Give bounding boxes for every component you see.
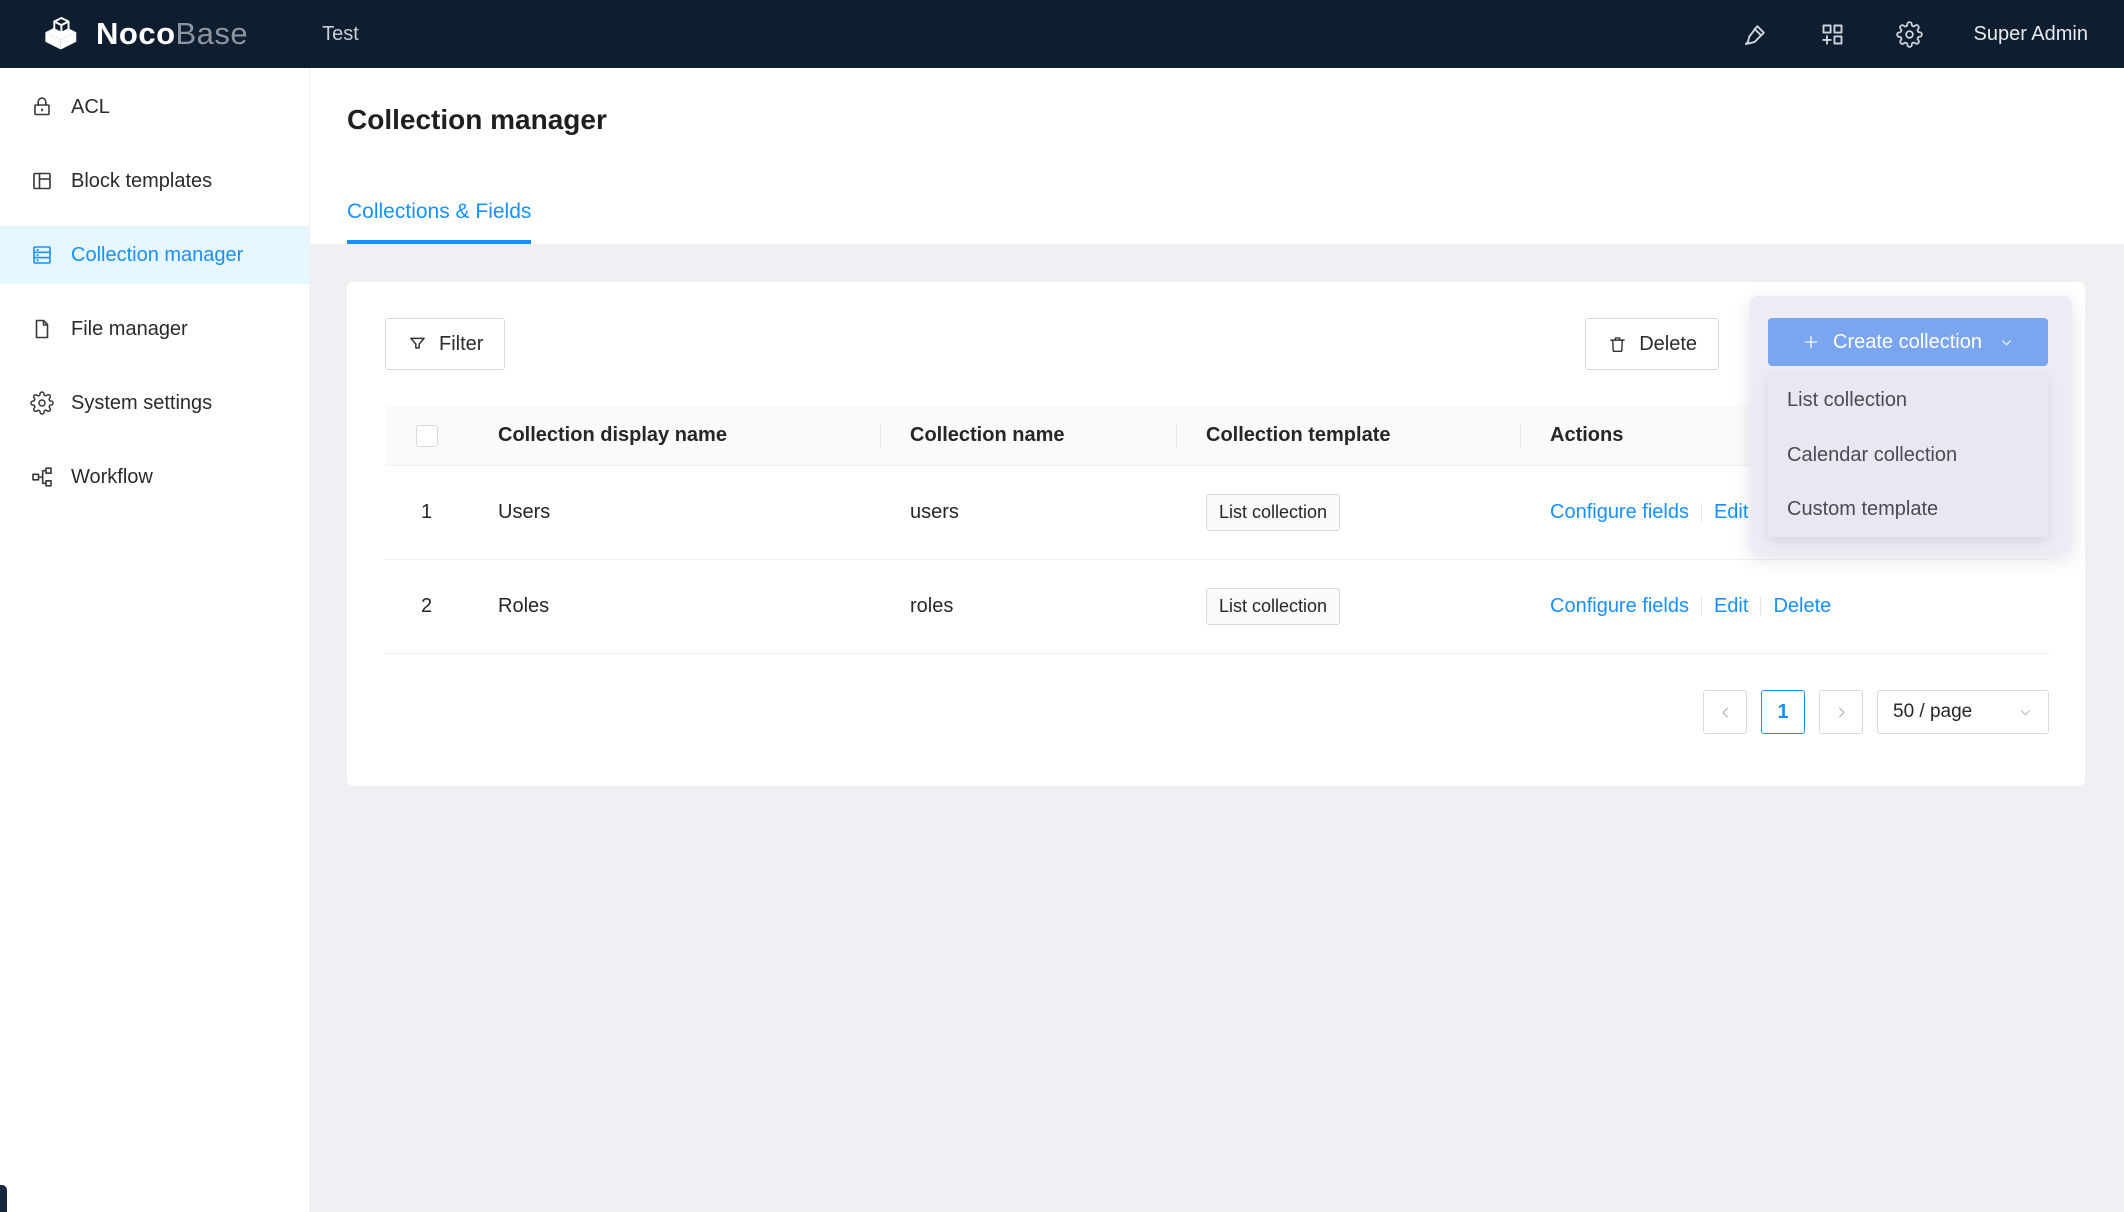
menu-item-custom-template[interactable]: Custom template [1768, 482, 2048, 537]
page-size-select[interactable]: 50 / page [1877, 690, 2049, 734]
pagination-page-1[interactable]: 1 [1761, 690, 1805, 734]
user-menu[interactable]: Super Admin [1973, 23, 2088, 46]
sidebar-item-label: System settings [71, 392, 212, 415]
layout-icon [30, 169, 54, 193]
filter-button-label: Filter [439, 333, 483, 356]
cell-collection-name: roles [880, 560, 1176, 653]
screen: NocoBase Test [0, 0, 2124, 1212]
create-collection-menu: List collection Calendar collection Cust… [1768, 373, 2048, 537]
gear-icon [30, 391, 54, 415]
row-index: 2 [385, 560, 468, 653]
header-collection-name: Collection name [880, 406, 1176, 465]
ui-editor-highlight-icon[interactable] [1742, 21, 1769, 48]
sidebar-item-label: ACL [71, 96, 110, 119]
sidebar-item-acl[interactable]: ACL [0, 78, 309, 136]
pagination: 1 50 / page [1703, 690, 2049, 734]
tab-collections-and-fields[interactable]: Collections & Fields [347, 200, 531, 244]
settings-gear-icon[interactable] [1896, 21, 1923, 48]
edit-link[interactable]: Edit [1714, 595, 1748, 618]
create-collection-button[interactable]: Create collection [1768, 318, 2048, 366]
workflow-icon [30, 465, 54, 489]
sidebar-item-label: Block templates [71, 170, 212, 193]
page-title: Collection manager [347, 104, 607, 136]
tab-bar: Collections & Fields [347, 200, 531, 244]
file-icon [30, 317, 54, 341]
delete-button[interactable]: Delete [1585, 318, 1719, 370]
topbar: NocoBase Test [0, 0, 2124, 68]
nocobase-cube-icon [40, 15, 84, 53]
action-divider [1701, 503, 1702, 522]
menu-item-calendar-collection[interactable]: Calendar collection [1768, 428, 2048, 483]
sidebar-item-collection-manager[interactable]: Collection manager [0, 226, 309, 284]
create-collection-dropdown-panel: Create collection List collection Calend… [1750, 296, 2072, 553]
chevron-down-icon [2018, 705, 2033, 720]
page-size-value: 50 / page [1893, 701, 1972, 723]
sidebar-item-file-manager[interactable]: File manager [0, 300, 309, 358]
plugin-manager-icon[interactable] [1819, 21, 1846, 48]
nocobase-logo[interactable]: NocoBase [0, 15, 248, 53]
chevron-right-icon [1833, 704, 1850, 721]
collection-table-icon [30, 243, 54, 267]
delete-link[interactable]: Delete [1773, 595, 1831, 618]
template-tag: List collection [1206, 494, 1340, 531]
cell-template: List collection [1176, 466, 1520, 559]
cell-display-name: Roles [468, 560, 880, 653]
header-collection-template: Collection template [1176, 406, 1520, 465]
header-display-name: Collection display name [468, 406, 880, 465]
trash-icon [1607, 334, 1628, 355]
sidebar-item-system-settings[interactable]: System settings [0, 374, 309, 432]
chevron-down-icon [1999, 335, 2014, 350]
plus-icon [1802, 333, 1820, 351]
menu-item-list-collection[interactable]: List collection [1768, 373, 2048, 428]
configure-fields-link[interactable]: Configure fields [1550, 595, 1689, 618]
filter-funnel-icon [407, 334, 428, 355]
header-checkbox-cell [385, 406, 468, 465]
settings-sidebar: ACL Block templates [0, 68, 310, 1212]
filter-button[interactable]: Filter [385, 318, 505, 370]
cell-display-name: Users [468, 466, 880, 559]
lock-icon [30, 95, 54, 119]
create-collection-button-label: Create collection [1833, 331, 1982, 354]
cell-actions: Configure fields Edit Delete [1520, 560, 2049, 653]
action-divider [1701, 597, 1702, 616]
top-menu: Test [304, 0, 377, 68]
main-content: Collection manager Collections & Fields … [310, 68, 2124, 1212]
select-all-checkbox[interactable] [416, 425, 438, 447]
sidebar-item-label: File manager [71, 318, 188, 341]
logo-text: NocoBase [96, 16, 248, 52]
chevron-left-icon [1717, 704, 1734, 721]
corner-drag-handle[interactable] [0, 1185, 7, 1212]
sidebar-item-block-templates[interactable]: Block templates [0, 152, 309, 210]
configure-fields-link[interactable]: Configure fields [1550, 501, 1689, 524]
top-menu-item-test[interactable]: Test [304, 0, 377, 68]
page-header: Collection manager Collections & Fields [310, 68, 2124, 244]
template-tag: List collection [1206, 588, 1340, 625]
row-index: 1 [385, 466, 468, 559]
cell-collection-name: users [880, 466, 1176, 559]
action-divider [1760, 597, 1761, 616]
cell-template: List collection [1176, 560, 1520, 653]
topbar-right: Super Admin [1742, 21, 2124, 48]
sidebar-item-label: Collection manager [71, 244, 243, 267]
sidebar-item-workflow[interactable]: Workflow [0, 448, 309, 506]
pagination-prev-button[interactable] [1703, 690, 1747, 734]
edit-link[interactable]: Edit [1714, 501, 1748, 524]
delete-button-label: Delete [1639, 333, 1697, 356]
pagination-next-button[interactable] [1819, 690, 1863, 734]
table-row: 2 Roles roles List collection Configure … [385, 560, 2049, 654]
sidebar-item-label: Workflow [71, 466, 153, 489]
